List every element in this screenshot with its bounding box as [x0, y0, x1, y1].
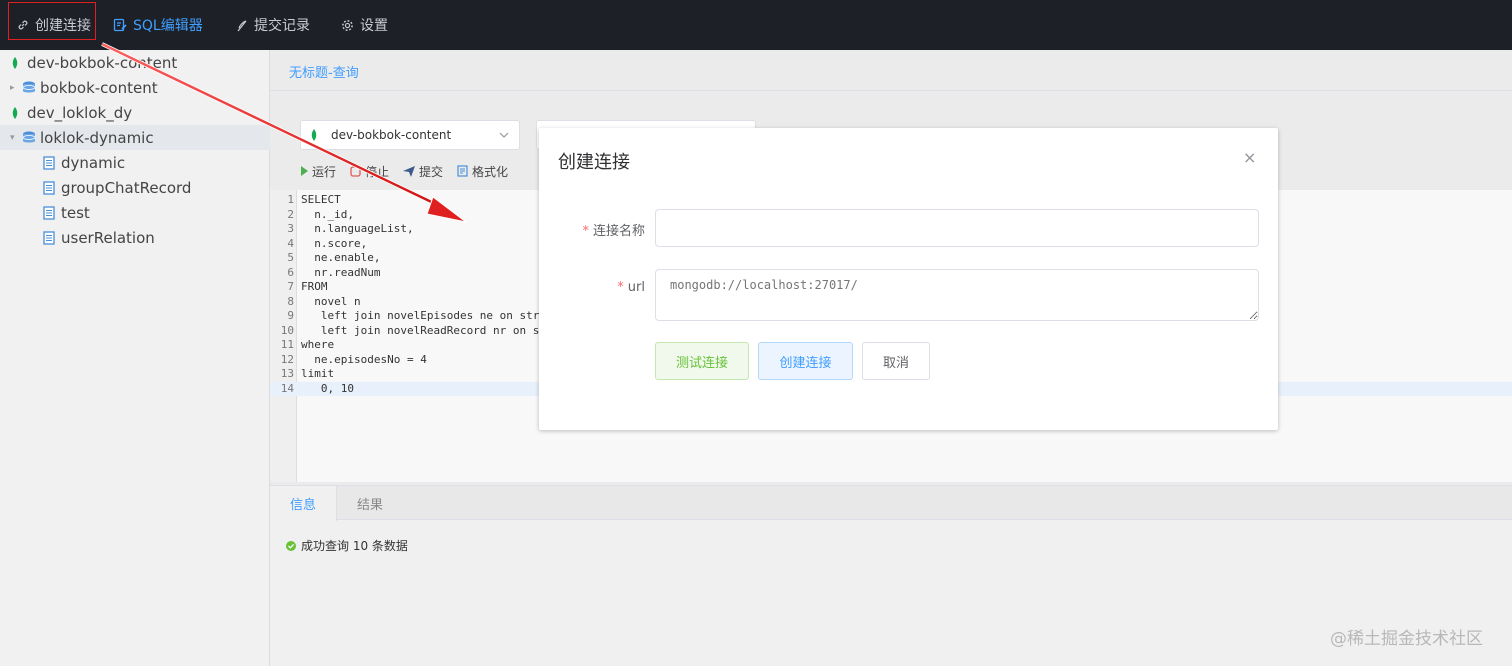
result-tab-bar: 信息 结果 — [270, 486, 1512, 521]
url-label-text: url — [627, 280, 645, 295]
nav-settings-label: 设置 — [360, 18, 388, 34]
tree-node-label: groupChatRecord — [61, 178, 192, 197]
nav-sql-editor[interactable]: SQL编辑器 — [113, 0, 203, 50]
connection-name-input[interactable] — [655, 209, 1259, 247]
tree-node-dev-loklok-dy[interactable]: dev_loklok_dy — [0, 100, 270, 125]
gear-icon — [342, 19, 353, 31]
mongodb-leaf-icon — [12, 106, 18, 119]
collection-icon — [43, 205, 55, 220]
tree-node-test[interactable]: test — [0, 200, 270, 225]
required-mark: * — [617, 280, 624, 295]
mongodb-leaf-icon — [311, 129, 317, 141]
format-button-label: 格式化 — [472, 164, 509, 179]
status-message-text: 成功查询 10 条数据 — [301, 539, 408, 553]
stop-icon — [350, 165, 361, 177]
editor-toolbar: 运行 停止 提交 格式化 — [300, 160, 508, 182]
tab-divider — [270, 90, 1512, 91]
url-textarea[interactable] — [655, 269, 1259, 321]
test-connection-button[interactable]: 测试连接 — [655, 342, 749, 380]
sql-editor-icon — [113, 18, 127, 32]
tree-node-label: dev-bokbok-content — [27, 53, 178, 72]
success-check-icon — [286, 540, 296, 551]
cancel-button[interactable]: 取消 — [862, 342, 930, 380]
nav-sql-editor-label: SQL编辑器 — [133, 18, 203, 34]
tree-node-label: userRelation — [61, 228, 155, 247]
collection-icon — [43, 155, 55, 170]
nav-commit-history[interactable]: 提交记录 — [236, 0, 310, 50]
connection-select-value: dev-bokbok-content — [331, 128, 452, 142]
stop-button-label: 停止 — [365, 164, 390, 179]
query-tab-title[interactable]: 无标题-查询 — [289, 62, 359, 81]
connection-name-label: * 连接名称 — [539, 220, 645, 239]
connection-select[interactable]: dev-bokbok-content — [300, 120, 520, 150]
caret-down-icon[interactable]: ▾ — [10, 133, 20, 143]
tree-node-bokbok-content[interactable]: ▸ bokbok-content — [0, 75, 270, 100]
submit-button[interactable]: 提交 — [403, 163, 443, 180]
watermark: @稀土掘金技术社区 — [1330, 629, 1483, 649]
quill-icon — [237, 19, 247, 31]
tree-node-dynamic[interactable]: dynamic — [0, 150, 270, 175]
tree-node-dev-bokbok-content[interactable]: dev-bokbok-content — [0, 50, 270, 75]
stop-button[interactable]: 停止 — [350, 163, 389, 180]
tree-node-loklok-dynamic[interactable]: ▾ loklok-dynamic — [0, 125, 270, 150]
dialog-title: 创建连接 — [558, 152, 630, 173]
tree-node-groupchatrecord[interactable]: groupChatRecord — [0, 175, 270, 200]
collection-icon — [43, 180, 55, 195]
submit-button-label: 提交 — [419, 164, 444, 179]
create-connection-dialog: 创建连接 × *连接名称 *url 测试连接 创建连接 取消 — [539, 128, 1278, 430]
tree-node-userrelation[interactable]: userRelation — [0, 225, 270, 250]
annotation-highlight-box — [8, 2, 96, 40]
url-label: * url — [539, 280, 645, 295]
caret-right-icon[interactable]: ▸ — [10, 83, 20, 93]
tab-info[interactable]: 信息 — [270, 486, 337, 521]
tree-node-label: loklok-dynamic — [40, 128, 154, 147]
database-icon — [22, 131, 36, 143]
connection-name-label-text: 连接名称 — [592, 224, 645, 239]
tree-node-label: test — [61, 203, 90, 222]
close-icon[interactable]: × — [1243, 148, 1256, 167]
nav-settings[interactable]: 设置 — [341, 0, 388, 50]
chevron-down-icon — [499, 132, 509, 138]
result-panel: 信息 结果 成功查询 10 条数据 — [270, 485, 1512, 666]
status-message: 成功查询 10 条数据 — [286, 537, 408, 554]
play-icon — [301, 166, 308, 176]
create-connection-button[interactable]: 创建连接 — [758, 342, 853, 380]
tree-node-label: bokbok-content — [40, 78, 158, 97]
database-icon — [22, 81, 36, 93]
run-button[interactable]: 运行 — [300, 163, 336, 180]
send-icon — [403, 165, 416, 177]
connection-tree-sidebar: dev-bokbok-content ▸ bokbok-content dev_… — [0, 50, 270, 666]
nav-commit-history-label: 提交记录 — [254, 18, 310, 34]
tree-node-label: dev_loklok_dy — [27, 103, 133, 122]
required-mark: * — [582, 224, 589, 239]
tab-results[interactable]: 结果 — [337, 486, 403, 520]
format-button[interactable]: 格式化 — [457, 163, 508, 180]
tree-node-label: dynamic — [61, 153, 126, 172]
mongodb-leaf-icon — [12, 56, 18, 69]
top-nav-bar: 创建连接 SQL编辑器 提交记录 设置 — [0, 0, 1512, 50]
format-icon — [457, 165, 468, 177]
run-button-label: 运行 — [312, 164, 337, 179]
collection-icon — [43, 230, 55, 245]
